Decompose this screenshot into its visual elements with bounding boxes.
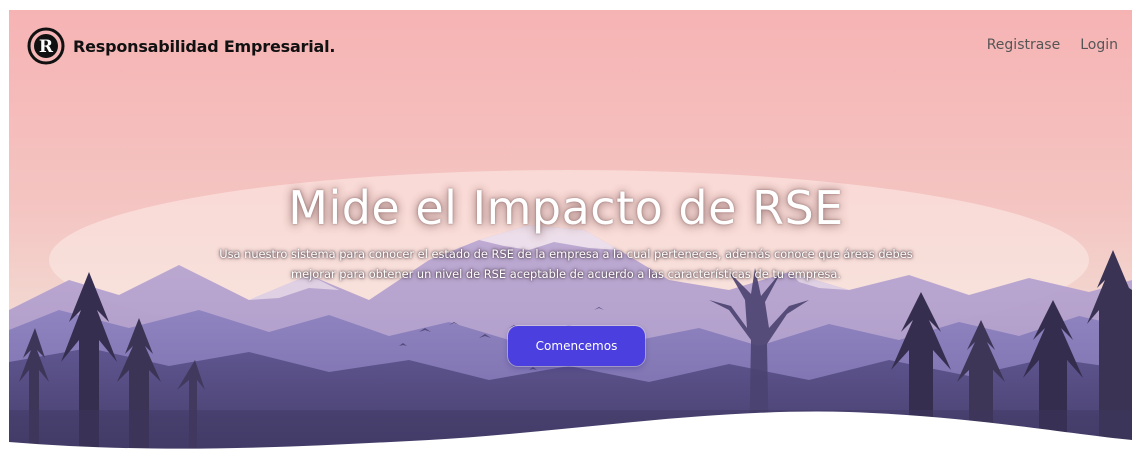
hero-content: Mide el Impacto de RSE Usa nuestro siste… (0, 178, 1132, 284)
top-navbar: R Responsabilidad Empresarial. Registras… (0, 0, 1132, 70)
register-link[interactable]: Registrase (987, 37, 1061, 53)
svg-text:R: R (39, 37, 54, 57)
brand-name: Responsabilidad Empresarial. (73, 36, 336, 56)
hero-description: Usa nuestro sistema para conocer el esta… (219, 247, 913, 281)
landing-page: R Responsabilidad Empresarial. Registras… (0, 0, 1132, 452)
login-link[interactable]: Login (1080, 37, 1118, 53)
nav-links: Registrase Login (987, 37, 1118, 53)
brand[interactable]: R Responsabilidad Empresarial. (27, 27, 335, 65)
start-button[interactable]: Comencemos (508, 326, 645, 366)
hero-title: Mide el Impacto de RSE (288, 181, 844, 235)
r-circle-logo-icon: R (27, 27, 65, 65)
